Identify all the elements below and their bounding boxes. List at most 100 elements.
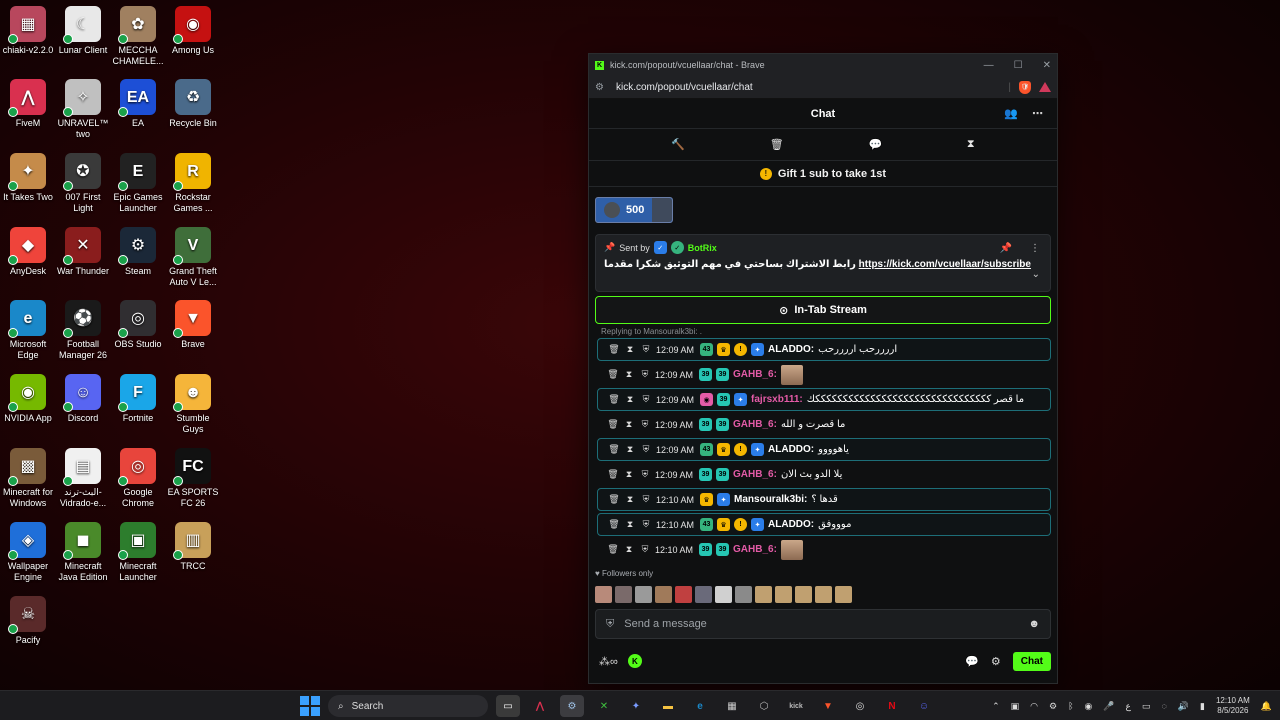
desktop-icon[interactable]: ☠ Pacify [0,596,56,646]
minimize-button[interactable]: — [984,60,994,71]
desktop-icon[interactable]: ☻ Stumble Guys [165,374,221,435]
taskbar-search[interactable]: ⌕ Search [328,695,488,717]
ban-icon[interactable]: ⛨ [639,369,651,380]
chat-message[interactable]: 🗑 ⧗ ⛨ 12:10 AM 43 ♛! ✦ ALADDO: موووفق [597,513,1051,536]
quick-emote[interactable] [615,586,632,603]
username[interactable]: GAHB_6: [733,544,777,555]
desktop-icon[interactable]: R Rockstar Games ... [165,153,221,214]
chat-message[interactable]: 🗑 ⧗ ⛨ 12:09 AM 43 ♛! ✦ ALADDO: اررررحب اررررحب [597,338,1051,361]
quick-emote[interactable] [835,586,852,603]
obs-taskbar-icon[interactable]: ◎ [848,695,872,717]
desktop-icon[interactable]: ✕ War Thunder [55,227,111,277]
desktop-icon[interactable]: ☾ Lunar Client [55,6,111,56]
username[interactable]: ALADDO: [768,519,814,530]
chat-message[interactable]: 🗑 ⧗ ⛨ 12:09 AM 39 39 GAHB_6: [597,363,1051,386]
ban-icon[interactable]: ⛨ [640,444,652,455]
site-settings-icon[interactable]: ⚙ [595,82,604,93]
desktop-icon[interactable]: ▼ Brave [165,300,221,350]
more-options-icon[interactable]: ⋯ [1032,107,1043,120]
username[interactable]: GAHB_6: [733,419,777,430]
username[interactable]: Mansouralk3bi: [734,494,807,505]
quick-emote[interactable] [595,586,612,603]
desktop-icon[interactable]: ♻ Recycle Bin [165,79,221,129]
ban-icon[interactable]: ⛨ [639,469,651,480]
desktop-icon[interactable]: ◼ Minecraft Java Edition [55,522,111,583]
volume-icon[interactable]: 🔊 [1178,701,1189,712]
desktop-icon[interactable]: ▦ chiaki-v2.2.0 [0,6,56,56]
window-titlebar[interactable]: K kick.com/popout/vcuellaar/chat - Brave… [589,54,1057,76]
chat-message[interactable]: 🗑 ⧗ ⛨ 12:09 AM ◉ 39 ✦ fajrsxb111: ما قصر ككككككك… [597,388,1051,411]
timeout-icon[interactable]: ⧗ [623,544,635,555]
battery-icon[interactable]: ▮ [1200,701,1205,712]
mic-icon[interactable]: 🎤 [1103,701,1114,712]
username[interactable]: ALADDO: [768,444,814,455]
netflix-taskbar-icon[interactable]: N [880,695,904,717]
hammer-icon[interactable]: 🔨 [671,138,685,151]
delete-message-icon[interactable]: 🗑 [607,544,619,555]
timeout-icon[interactable]: ⧗ [624,394,636,405]
ban-icon[interactable]: ⛨ [640,519,652,530]
kick-badge-icon[interactable]: K [627,654,642,668]
desktop-icon[interactable]: ▣ Minecraft Launcher [110,522,166,583]
url-text[interactable]: kick.com/popout/vcuellaar/chat [616,82,753,93]
chat-message[interactable]: 🗑 ⧗ ⛨ 12:10 AM ♛ ✦ Mansouralk3bi: قدها ؟ [597,488,1051,511]
delete-message-icon[interactable]: 🗑 [608,394,620,405]
chat-bubble-icon[interactable]: 💬 [965,655,979,668]
goal-progress[interactable]: 500 [595,197,673,223]
chat-message[interactable]: 🗑 ⧗ ⛨ 12:09 AM 39 39 GAHB_6: يلا الدو بث الان [597,463,1051,486]
chat-bubble-icon[interactable]: 💬 [868,138,882,151]
desktop-icon[interactable]: ✿ MECCHA CHAMELE... [110,6,166,67]
delete-message-icon[interactable]: 🗑 [608,444,620,455]
delete-message-icon[interactable]: 🗑 [607,469,619,480]
timeout-icon[interactable]: ⧗ [624,444,636,455]
close-button[interactable]: ✕ [1043,60,1051,71]
hourglass-icon[interactable]: ⧗ [967,138,975,151]
desktop-icon[interactable]: EA EA [110,79,166,129]
tray-app-icon[interactable]: ▣ [1011,701,1020,712]
ban-icon[interactable]: ⛨ [639,419,651,430]
delete-message-icon[interactable]: 🗑 [608,494,620,505]
desktop-icon[interactable]: e Microsoft Edge [0,300,56,361]
chat-message[interactable]: 🗑 ⧗ ⛨ 12:09 AM 43 ♛! ✦ ALADDO: ياهوووو [597,438,1051,461]
ban-icon[interactable]: ⛨ [639,544,651,555]
brave-shield-icon[interactable]: 🛡 [1019,80,1031,94]
timeout-icon[interactable]: ⧗ [624,519,636,530]
delete-message-icon[interactable]: 🗑 [607,369,619,380]
steam-taskbar-icon[interactable]: ⚙ [560,695,584,717]
brave-taskbar-icon[interactable]: ▼ [816,695,840,717]
clock[interactable]: 12:10 AM 8/5/2026 [1216,696,1250,716]
kick-taskbar-icon[interactable]: kick [784,695,808,717]
desktop-icon[interactable]: E Epic Games Launcher [110,153,166,214]
copilot-taskbar-icon[interactable]: ✦ [624,695,648,717]
wifi-icon[interactable]: ◌ [1161,701,1166,711]
timeout-icon[interactable]: ⧗ [624,344,636,355]
desktop-icon[interactable]: ▥ TRCC [165,522,221,572]
chevron-down-icon[interactable]: ⌄ [1032,269,1040,280]
trash-icon[interactable]: 🗑 [770,138,784,151]
quick-emote[interactable] [675,586,692,603]
fivem-taskbar-icon[interactable]: ⋀ [528,695,552,717]
desktop-icon[interactable]: FC EA SPORTS FC 26 [165,448,221,509]
desktop-icon[interactable]: F Fortnite [110,374,166,424]
settings-gear-icon[interactable]: ⚙ [991,655,1001,668]
desktop-icon[interactable]: ◎ OBS Studio [110,300,166,350]
nvidia-tray-icon[interactable]: ◉ [1084,701,1092,712]
users-icon[interactable]: 👥 [1004,107,1018,120]
delete-message-icon[interactable]: 🗑 [607,419,619,430]
quick-emote[interactable] [775,586,792,603]
ban-icon[interactable]: ⛨ [640,344,652,355]
language-indicator[interactable]: ع [1126,701,1131,712]
quick-emote[interactable] [795,586,812,603]
edge-taskbar-icon[interactable]: e [688,695,712,717]
timeout-icon[interactable]: ⧗ [623,469,635,480]
pinned-more-icon[interactable]: ⋮ [1030,243,1040,254]
start-button[interactable] [300,696,320,716]
quick-emote[interactable] [715,586,732,603]
desktop-icon[interactable]: ▩ Minecraft for Windows [0,448,56,509]
unpin-icon[interactable]: 📌 [1000,243,1012,254]
timeout-icon[interactable]: ⧗ [623,419,635,430]
subscribe-link[interactable]: https://kick.com/vcuellaar/subscribe [859,259,1031,270]
app-taskbar-icon[interactable]: ⬡ [752,695,776,717]
desktop-icon[interactable]: ◆ AnyDesk [0,227,56,277]
bot-name[interactable]: BotRix [688,243,717,253]
